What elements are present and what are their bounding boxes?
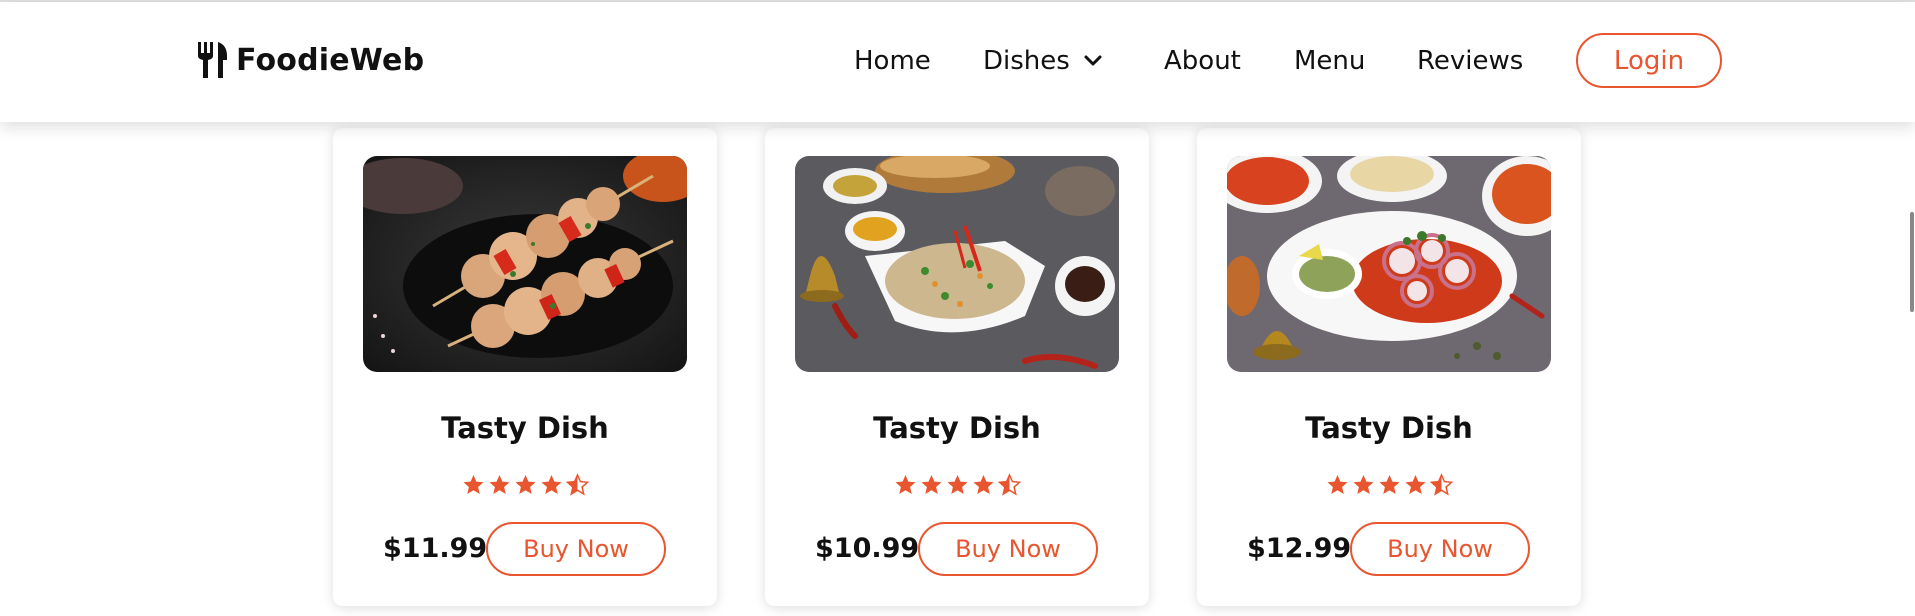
star-full-icon xyxy=(895,475,915,494)
dish-card: Tasty Dish $11.99 Buy Now xyxy=(333,128,717,606)
star-full-icon xyxy=(947,475,967,494)
nav-reviews[interactable]: Reviews xyxy=(1417,46,1523,76)
fork-knife-icon xyxy=(198,42,227,78)
nav-dishes-label: Dishes xyxy=(983,46,1070,76)
star-full-icon xyxy=(1327,475,1347,494)
buy-now-button[interactable]: Buy Now xyxy=(918,522,1098,576)
star-half-icon xyxy=(1429,473,1453,496)
star-full-icon xyxy=(463,475,483,494)
star-full-icon xyxy=(973,475,993,494)
scrollbar-thumb[interactable] xyxy=(1910,212,1914,312)
brand-logo[interactable]: FoodieWeb xyxy=(196,42,424,78)
fried-rice-image xyxy=(795,156,1119,372)
login-button[interactable]: Login xyxy=(1576,33,1722,88)
dish-title: Tasty Dish xyxy=(441,411,609,445)
buy-now-button[interactable]: Buy Now xyxy=(486,522,666,576)
dish-title: Tasty Dish xyxy=(873,411,1041,445)
star-half-icon xyxy=(565,473,589,496)
navbar: FoodieWeb Home Dishes About Menu Reviews… xyxy=(0,2,1915,122)
star-full-icon xyxy=(1405,475,1425,494)
brand-name: FoodieWeb xyxy=(236,42,425,78)
star-full-icon xyxy=(1353,475,1373,494)
dish-price: $12.99 xyxy=(1247,533,1352,564)
nav-home[interactable]: Home xyxy=(854,46,931,76)
dish-price: $10.99 xyxy=(815,533,920,564)
nav-dishes[interactable]: Dishes xyxy=(983,46,1102,76)
star-full-icon xyxy=(541,475,561,494)
nav-about[interactable]: About xyxy=(1164,46,1241,76)
dish-price: $11.99 xyxy=(383,533,488,564)
dish-card: Tasty Dish $12.99 Buy Now xyxy=(1197,128,1581,606)
star-full-icon xyxy=(489,475,509,494)
dish-card: Tasty Dish $10.99 Buy Now xyxy=(765,128,1149,606)
tandoori-platter-image xyxy=(1227,156,1551,372)
star-rating xyxy=(333,473,717,497)
dish-image xyxy=(1227,156,1551,372)
star-rating xyxy=(765,473,1149,497)
star-full-icon xyxy=(921,475,941,494)
nav-menu[interactable]: Menu xyxy=(1294,46,1365,76)
buy-now-button[interactable]: Buy Now xyxy=(1350,522,1530,576)
star-half-icon xyxy=(997,473,1021,496)
dish-image xyxy=(795,156,1119,372)
star-full-icon xyxy=(515,475,535,494)
star-rating xyxy=(1197,473,1581,497)
star-full-icon xyxy=(1379,475,1399,494)
chevron-down-icon xyxy=(1084,55,1102,66)
chicken-skewers-image xyxy=(363,156,687,372)
dish-image xyxy=(363,156,687,372)
dish-title: Tasty Dish xyxy=(1305,411,1473,445)
